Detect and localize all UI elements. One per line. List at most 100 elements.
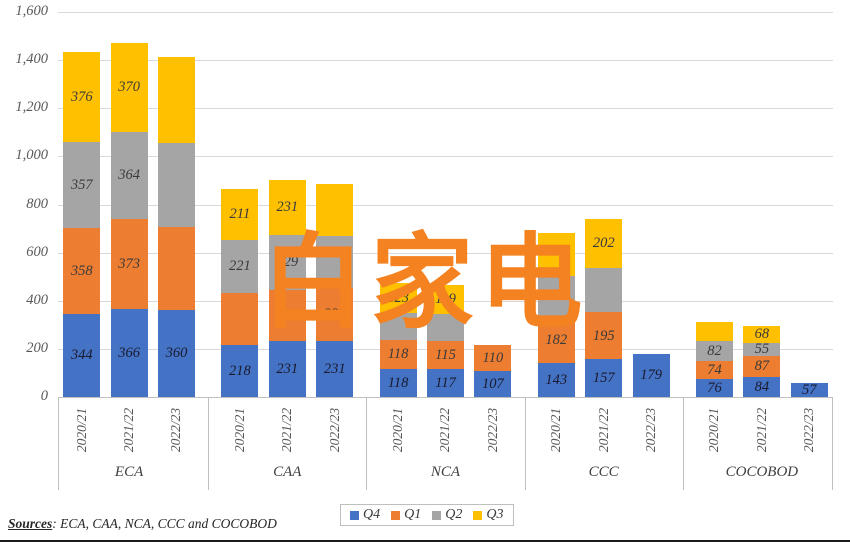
bar-segment-q2[interactable]: 364: [110, 131, 148, 220]
bar-column[interactable]: 117 115 119: [427, 285, 464, 397]
bar-segment-q2[interactable]: 82: [696, 341, 733, 361]
bar-segment-q4[interactable]: 57: [790, 383, 828, 397]
bar-segment-q2[interactable]: 55: [743, 341, 781, 358]
bar-segment-q4[interactable]: 84: [743, 376, 781, 397]
bar-column[interactable]: 231 213 229 231: [268, 179, 306, 397]
bar-segment-q1[interactable]: 182: [537, 318, 575, 363]
bar-segment-q2[interactable]: 221: [221, 239, 259, 294]
legend-item-q3[interactable]: Q3: [473, 507, 504, 523]
bar-segment-q4[interactable]: 117: [427, 368, 464, 397]
category-tick: 2021/22: [264, 398, 311, 462]
bar-segment-q3[interactable]: 370: [110, 42, 148, 132]
bar-segment-q2[interactable]: [158, 142, 195, 227]
bar-value-label: 221: [229, 258, 251, 275]
bar-value-label: 115: [435, 346, 456, 363]
legend-item-q2[interactable]: Q2: [432, 507, 462, 523]
bar-segment-q1[interactable]: 373: [110, 219, 148, 309]
group-label: NCA: [430, 464, 461, 480]
bar-column[interactable]: 143 182: [537, 232, 575, 397]
bar-segment-q3[interactable]: 119: [427, 285, 464, 314]
bar-segment-q4[interactable]: 231: [268, 341, 306, 397]
bar-segment-q4[interactable]: 107: [474, 371, 512, 397]
bar-segment-q3[interactable]: 376: [63, 51, 101, 143]
bar-segment-q3[interactable]: 202: [585, 219, 623, 268]
legend-item-q4[interactable]: Q4: [350, 507, 380, 523]
bar-segment-q4[interactable]: 360: [158, 310, 195, 397]
bar-column[interactable]: 179: [632, 353, 670, 397]
category-tick: 2021/22: [105, 398, 152, 462]
bar-value-label: 117: [435, 374, 456, 391]
bar-segment-q1[interactable]: 213: [268, 290, 306, 342]
bar-value-label: 119: [435, 291, 456, 308]
bar-segment-q3[interactable]: 211: [221, 189, 259, 240]
bar-segment-q1[interactable]: 115: [427, 341, 464, 369]
bar-segment-q4[interactable]: 157: [585, 359, 623, 397]
y-axis-tick-label: 600: [26, 243, 48, 260]
bar-segment-q1[interactable]: 87: [743, 355, 781, 377]
bar-segment-q1[interactable]: 74: [696, 360, 733, 379]
group-separator: [832, 398, 833, 490]
bar-column[interactable]: 118 118 123: [379, 283, 417, 397]
bar-value-label: 157: [592, 369, 615, 386]
bar-segment-q4[interactable]: 143: [537, 362, 575, 397]
legend-item-q1[interactable]: Q1: [391, 507, 421, 523]
bar-value-label: 370: [118, 78, 140, 95]
bar-segment-q2[interactable]: [316, 235, 354, 289]
category-tick-label: 2021/22: [437, 407, 453, 453]
bar-segment-q3[interactable]: 123: [379, 283, 417, 313]
bar-segment-q3[interactable]: 231: [268, 179, 306, 236]
category-axis: 2020/21 2021/22 2022/23 ECA 2020/21 2021/22 20…: [58, 397, 833, 495]
bar-segment-q1[interactable]: [158, 226, 195, 311]
bar-segment-q4[interactable]: 179: [632, 353, 670, 397]
bar-segment-q1[interactable]: 222: [316, 288, 354, 342]
bar-column[interactable]: 366 373 364 370: [110, 42, 148, 397]
bar-segment-q3[interactable]: [696, 321, 733, 342]
category-tick-label: 2020/21: [548, 407, 564, 453]
bar-column[interactable]: 107 110: [474, 344, 512, 397]
group-separator: [58, 398, 59, 490]
bar-value-label: 55: [754, 341, 770, 358]
bar-column[interactable]: 76 74 82: [696, 321, 733, 397]
bar-column[interactable]: 57: [790, 383, 828, 397]
bar-value-label: 360: [165, 345, 188, 362]
bar-segment-q2[interactable]: [537, 275, 575, 319]
bar-segment-q3[interactable]: 68: [743, 326, 781, 343]
bar-segment-q2[interactable]: [379, 312, 417, 341]
bar-segment-q1[interactable]: [221, 293, 259, 345]
bar-column[interactable]: 344 358 357 376: [63, 51, 101, 397]
bar-column[interactable]: 84 87 55 68: [743, 326, 781, 397]
bar-column[interactable]: 157 195 202: [585, 219, 623, 397]
category-tick-label: 2022/23: [484, 407, 500, 453]
bar-segment-q3[interactable]: [158, 56, 195, 143]
bar-segment-q4[interactable]: 231: [316, 341, 354, 397]
category-tick-label: 2021/22: [753, 407, 769, 453]
bar-segment-q2[interactable]: 229: [268, 235, 306, 291]
bar-segment-q1[interactable]: 358: [63, 228, 101, 315]
bar-segment-q1[interactable]: 195: [585, 312, 623, 360]
bar-value-label: 74: [707, 361, 722, 378]
bar-column[interactable]: 218 221 211: [221, 189, 259, 397]
bar-value-label: 373: [118, 255, 140, 272]
bar-column[interactable]: 231 222: [316, 183, 354, 397]
bar-segment-q1[interactable]: 110: [474, 344, 512, 372]
bar-segment-q4[interactable]: 118: [379, 368, 417, 397]
bar-segment-q1[interactable]: 118: [379, 340, 417, 369]
sources-label: Sources: [8, 516, 53, 531]
bar-segment-q4[interactable]: 76: [696, 378, 733, 397]
bar-value-label: 376: [70, 88, 93, 105]
bar-segment-q2[interactable]: [427, 314, 464, 342]
bar-segment-q3[interactable]: [316, 183, 354, 236]
bar-segment-q3[interactable]: [537, 232, 575, 276]
bar-value-label: 364: [118, 167, 140, 184]
bar-segment-q2[interactable]: [585, 267, 623, 313]
bar-column[interactable]: 360: [158, 56, 195, 397]
sources-value: : ECA, CAA, NCA, CCC and COCOBOD: [52, 516, 277, 531]
category-tick: 2020/21: [58, 398, 105, 462]
bar-segment-q4[interactable]: 366: [110, 308, 148, 397]
bar-segment-q4[interactable]: 218: [221, 344, 259, 397]
chart-legend[interactable]: Q4 Q1 Q2 Q3: [340, 504, 514, 526]
bar-segment-q2[interactable]: 357: [63, 142, 101, 229]
bar-value-label: 202: [592, 235, 615, 252]
bar-segment-q4[interactable]: 344: [63, 314, 101, 397]
legend-swatch-icon: [473, 510, 483, 520]
